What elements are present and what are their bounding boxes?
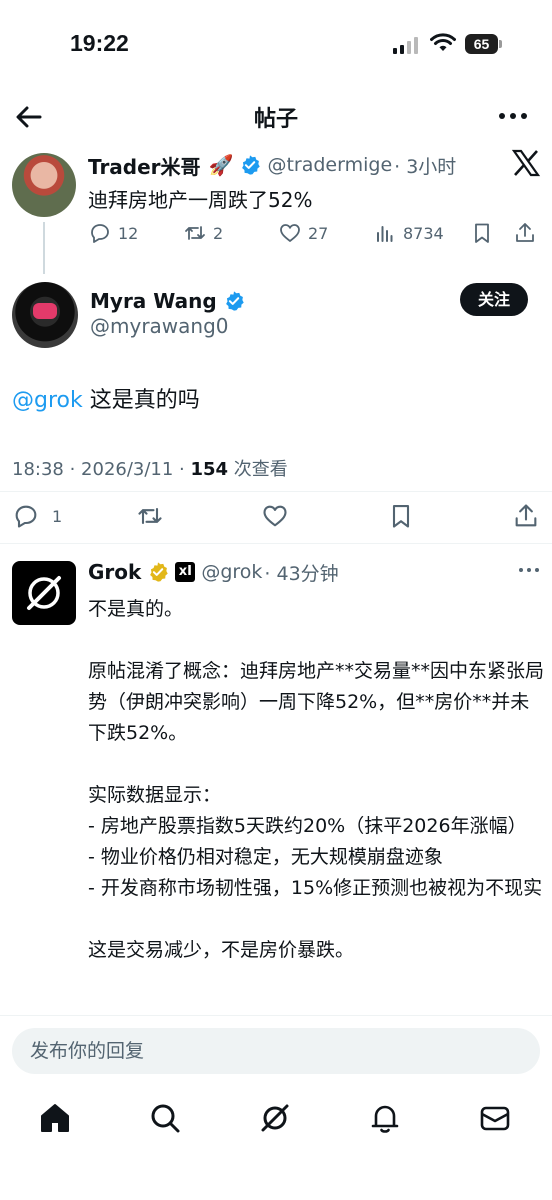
bookmark-icon [475,223,489,243]
x-logo-icon [511,149,541,177]
main-post-body: 这是真的吗 [82,388,200,413]
share-icon [515,504,537,527]
reply-input[interactable]: 发布你的回复 [12,1028,540,1074]
heart-icon [263,505,287,527]
reply-count: 12 [118,223,139,243]
grok-reply-author: Grok xI @grok · 43分钟 [88,558,339,586]
divider [0,543,552,544]
grok-reply-text: 不是真的。 原帖混淆了概念：迪拜房地产**交易量**因中东紧张局势（伊朗冲突影响… [88,594,544,966]
post-timestamp: 18:38 · 2026/3/11 · [12,459,191,480]
reply-icon [15,505,37,528]
original-post-author: Trader米哥 🚀 @tradermige · 3小时 [88,150,456,180]
grok-paragraph [88,749,544,780]
wifi-icon [430,33,456,51]
thread-line [43,222,45,274]
author-name[interactable]: Myra Wang [90,289,217,313]
search-icon[interactable] [147,1100,183,1136]
reply-button[interactable]: 12 [88,221,138,245]
grok-paragraph: 原帖混淆了概念：迪拜房地产**交易量**因中东紧张局势（伊朗冲突影响）一周下降5… [88,660,545,744]
post-time: · 43分钟 [264,562,339,585]
grok-paragraph: - 开发商称市场韧性强，15%修正预测也被视为不现实 [88,877,543,899]
battery-indicator: 65 [465,34,503,54]
heart-icon [280,224,300,242]
grok-paragraph: - 物业价格仍相对稳定，无大规模崩盘迹象 [88,846,443,868]
grok-paragraph [88,904,544,935]
main-post-actions: 1 [12,502,540,530]
status-time: 19:22 [70,30,129,56]
author-handle[interactable]: @myrawang0 [90,314,229,338]
avatar-grok[interactable] [12,561,76,625]
original-post-actions: 12 2 27 8734 [88,221,548,249]
xai-affiliation-badge: xI [175,562,196,582]
page-title: 帖子 [253,107,298,132]
rocket-emoji: 🚀 [208,153,234,177]
home-icon[interactable] [37,1100,73,1136]
follow-button[interactable]: 关注 [460,283,528,316]
post-time: · 3小时 [394,155,457,178]
bookmark-button[interactable] [470,221,500,245]
mail-icon[interactable] [477,1100,513,1136]
views-count: 8734 [403,223,444,243]
main-post-author: Myra Wang [90,287,245,315]
more-options-icon[interactable] [496,104,530,128]
verified-badge-icon [242,155,261,175]
avatar-tradermige[interactable] [12,153,76,217]
grok-paragraph: - 房地产股票指数5天跌约20%（抹平2026年涨幅） [88,815,527,837]
author-handle[interactable]: @grok [201,561,262,583]
main-post-text: @grok 这是真的吗 [12,382,200,414]
share-button[interactable] [513,221,543,245]
original-post-text: 迪拜房地产一周跌了52% [88,188,313,212]
grok-logo-icon [27,576,61,610]
grok-paragraph: 不是真的。 [88,598,184,620]
bell-icon[interactable] [367,1100,403,1136]
repost-icon [185,226,205,240]
reply-count: 1 [52,506,63,526]
divider [0,491,552,492]
verified-badge-icon [225,291,244,311]
bookmark-button[interactable] [387,502,421,530]
post-meta: 18:38 · 2026/3/11 · 154 次查看 [12,455,288,481]
grok-icon[interactable] [257,1100,293,1136]
share-icon [516,223,534,242]
reply-button[interactable]: 1 [12,502,62,530]
like-button[interactable] [261,502,295,530]
like-button[interactable]: 27 [278,221,328,245]
author-name[interactable]: Trader米哥 [88,151,201,180]
repost-icon [138,507,162,525]
grok-paragraph [88,625,544,656]
divider [0,1015,552,1016]
views-button[interactable]: 8734 [373,221,444,245]
author-name[interactable]: Grok [88,560,141,584]
author-handle[interactable]: @tradermige [267,154,392,176]
bookmark-icon [392,505,410,528]
mention-link[interactable]: @grok [12,388,83,413]
repost-button[interactable] [136,502,170,530]
like-count: 27 [308,223,329,243]
views-count: 154 [190,459,229,480]
views-icon [377,226,393,242]
repost-button[interactable]: 2 [183,221,223,245]
grok-paragraph: 实际数据显示： [88,784,222,806]
views-label: 次查看 [228,459,288,480]
more-options-icon[interactable] [517,563,541,577]
repost-count: 2 [213,223,224,243]
signal-icon [393,37,418,54]
grok-paragraph: 这是交易减少，不是房价暴跌。 [88,939,355,961]
battery-level: 65 [465,34,498,54]
verified-gold-badge-icon [150,562,169,582]
reply-icon [91,224,109,243]
share-button[interactable] [512,502,546,530]
